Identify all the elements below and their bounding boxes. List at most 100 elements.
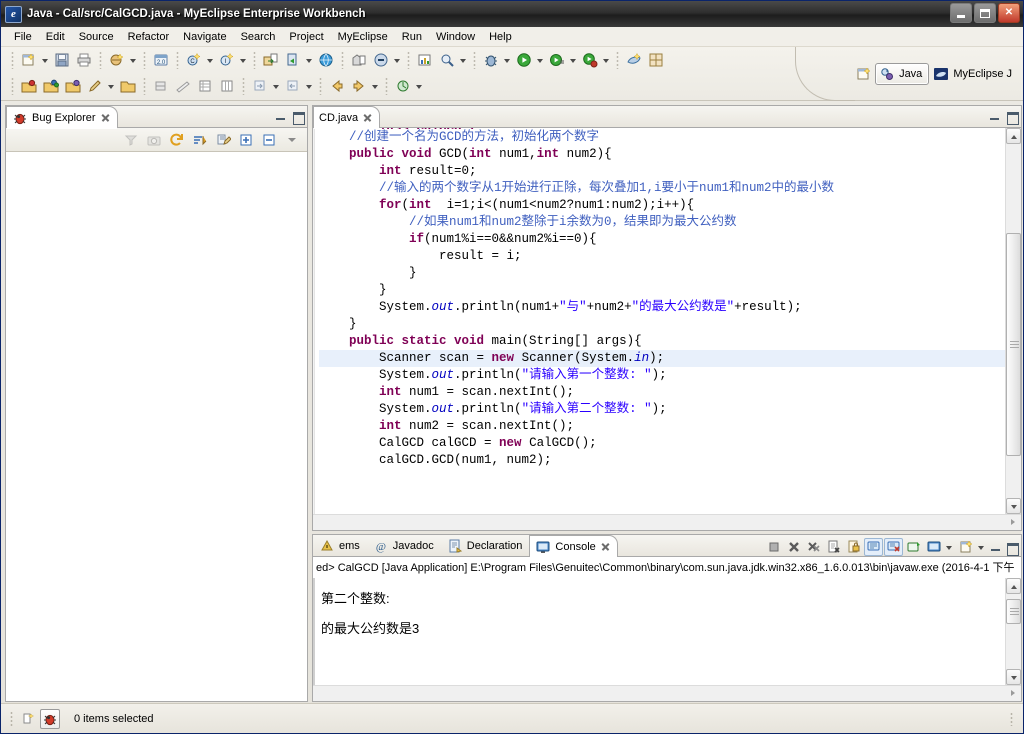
- tab-declaration[interactable]: Declaration: [441, 535, 530, 556]
- scroll-thumb[interactable]: [1006, 232, 1021, 456]
- run-server-icon[interactable]: [282, 49, 304, 71]
- layout-icon[interactable]: [645, 49, 667, 71]
- bug-status-icon[interactable]: [40, 708, 60, 729]
- open-perspective-extra-icon[interactable]: [392, 75, 414, 97]
- new-wizard-icon[interactable]: [18, 49, 40, 71]
- toolbar-grip[interactable]: [176, 51, 179, 69]
- toolbar-grip[interactable]: [407, 51, 410, 69]
- close-button[interactable]: ✕: [998, 3, 1020, 23]
- tab-bug-explorer[interactable]: Bug Explorer: [6, 106, 118, 129]
- open-perspective-extra-dropdown-icon[interactable]: [414, 76, 425, 96]
- display-selected-console-icon[interactable]: [864, 538, 883, 556]
- console-menu-icon[interactable]: [956, 538, 975, 556]
- remove-launch-icon[interactable]: [784, 538, 803, 556]
- web-browser-icon[interactable]: 2.0: [150, 49, 172, 71]
- run-history-icon[interactable]: [546, 49, 568, 71]
- pin-console-icon[interactable]: [884, 538, 903, 556]
- toolbar-grip[interactable]: [385, 77, 388, 95]
- new-java-package-dropdown-icon[interactable]: [128, 50, 139, 70]
- scroll-up-button[interactable]: [1006, 578, 1021, 594]
- refresh-icon[interactable]: [166, 129, 188, 151]
- toolbar-grip[interactable]: [473, 51, 476, 69]
- new-interface-icon[interactable]: I: [216, 49, 238, 71]
- toggle-mark-icon[interactable]: [150, 75, 172, 97]
- search-icon[interactable]: [436, 49, 458, 71]
- undeploy-icon[interactable]: [370, 49, 392, 71]
- sort-icon[interactable]: [189, 129, 211, 151]
- minimize-button[interactable]: [950, 3, 972, 23]
- scroll-right-button[interactable]: [1006, 687, 1020, 700]
- menu-edit[interactable]: Edit: [39, 29, 72, 45]
- table-icon[interactable]: [194, 75, 216, 97]
- toolbar-grip[interactable]: [341, 51, 344, 69]
- search-dropdown-icon[interactable]: [458, 50, 469, 70]
- maximize-view-icon[interactable]: [290, 109, 305, 125]
- run-server-dropdown-icon[interactable]: [304, 50, 315, 70]
- pencil-icon[interactable]: [84, 75, 106, 97]
- run-icon[interactable]: [513, 49, 535, 71]
- camera-icon[interactable]: [143, 129, 165, 151]
- menu-refactor[interactable]: Refactor: [121, 29, 177, 45]
- run-dropdown-icon[interactable]: [535, 50, 546, 70]
- scroll-thumb[interactable]: [1006, 598, 1021, 624]
- menu-file[interactable]: File: [7, 29, 39, 45]
- open-console-icon[interactable]: [904, 538, 923, 556]
- toolbar-grip[interactable]: [242, 77, 245, 95]
- myeclipse-icon[interactable]: [623, 49, 645, 71]
- chart-icon[interactable]: [414, 49, 436, 71]
- ruler-icon[interactable]: [172, 75, 194, 97]
- collapse-all-icon[interactable]: [258, 129, 280, 151]
- resize-grip[interactable]: [1010, 712, 1013, 726]
- open-task-icon[interactable]: [40, 75, 62, 97]
- run-external-dropdown-icon[interactable]: [601, 50, 612, 70]
- run-history-dropdown-icon[interactable]: [568, 50, 579, 70]
- minimize-view-icon[interactable]: [987, 109, 1002, 123]
- editor-horizontal-scrollbar[interactable]: [313, 514, 1021, 530]
- toolbar-grip[interactable]: [99, 51, 102, 69]
- pencil-dropdown-icon[interactable]: [106, 76, 117, 96]
- expand-all-icon[interactable]: [235, 129, 257, 151]
- forward-icon[interactable]: [348, 75, 370, 97]
- back-icon[interactable]: [326, 75, 348, 97]
- toolbar-grip[interactable]: [143, 77, 146, 95]
- tab-calgcd-java[interactable]: CD.java: [313, 106, 381, 129]
- close-icon[interactable]: [600, 541, 611, 552]
- prev-annotation-icon[interactable]: [282, 75, 304, 97]
- clear-console-icon[interactable]: [824, 538, 843, 556]
- next-annotation-icon[interactable]: [249, 75, 271, 97]
- globe-icon[interactable]: [315, 49, 337, 71]
- scroll-track[interactable]: [1006, 144, 1021, 498]
- editor-vertical-scrollbar[interactable]: [1005, 128, 1021, 514]
- debug-icon[interactable]: [480, 49, 502, 71]
- open-resource-icon[interactable]: [62, 75, 84, 97]
- remove-all-launches-icon[interactable]: [804, 538, 823, 556]
- column-icon[interactable]: [216, 75, 238, 97]
- menu-window[interactable]: Window: [429, 29, 482, 45]
- menu-run[interactable]: Run: [395, 29, 429, 45]
- minimize-view-icon[interactable]: [988, 540, 1003, 554]
- edit-filter-icon[interactable]: [212, 129, 234, 151]
- console-horizontal-scrollbar[interactable]: [313, 685, 1021, 701]
- tab-problems[interactable]: ems: [313, 535, 367, 556]
- toolbar-grip[interactable]: [143, 51, 146, 69]
- open-folder-icon[interactable]: [117, 75, 139, 97]
- toolbar-grip[interactable]: [11, 51, 14, 69]
- export-icon[interactable]: [260, 49, 282, 71]
- prev-annotation-dropdown-icon[interactable]: [304, 76, 315, 96]
- new-wizard-dropdown-icon[interactable]: [40, 50, 51, 70]
- new-interface-dropdown-icon[interactable]: [238, 50, 249, 70]
- terminate-icon[interactable]: [764, 538, 783, 556]
- close-icon[interactable]: [100, 112, 111, 123]
- scroll-right-button[interactable]: [1006, 516, 1020, 529]
- toolbar-grip[interactable]: [319, 77, 322, 95]
- toolbar-grip[interactable]: [11, 77, 14, 95]
- undeploy-dropdown-icon[interactable]: [392, 50, 403, 70]
- console-vertical-scrollbar[interactable]: [1005, 578, 1021, 685]
- save-icon[interactable]: [51, 49, 73, 71]
- new-class-dropdown-icon[interactable]: [205, 50, 216, 70]
- restore-button[interactable]: [974, 3, 996, 23]
- new-class-icon[interactable]: C: [183, 49, 205, 71]
- maximize-view-icon[interactable]: [1004, 109, 1019, 125]
- toolbar-grip[interactable]: [253, 51, 256, 69]
- new-java-package-icon[interactable]: [106, 49, 128, 71]
